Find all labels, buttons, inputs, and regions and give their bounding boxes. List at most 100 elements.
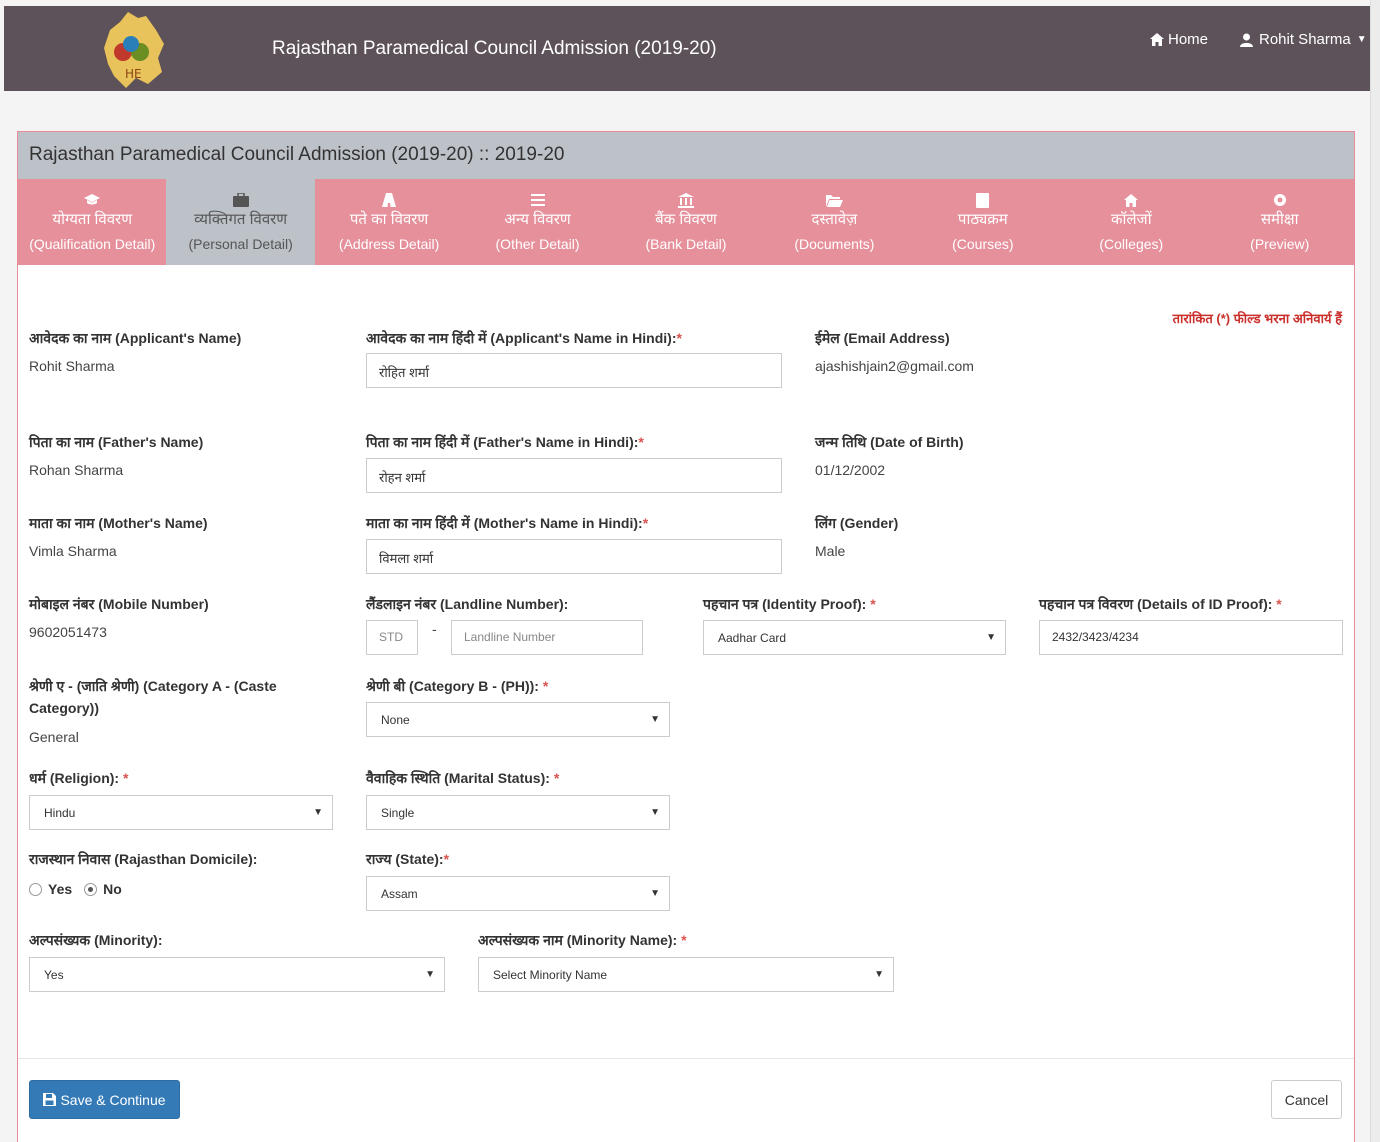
folder-open-icon <box>760 191 908 209</box>
step-english-label: (Courses) <box>952 236 1014 252</box>
graduation-cap-icon <box>18 191 166 209</box>
id-proof-selected: Aadhar Card <box>718 631 787 645</box>
tab-address-detail[interactable]: पते का विवरण (Address Detail) <box>315 179 463 265</box>
tab-courses[interactable]: पाठ्यक्रम (Courses) <box>909 179 1057 265</box>
page-scrollbar[interactable] <box>1370 0 1380 1142</box>
dropdown-caret-icon: ▼ <box>986 632 996 643</box>
applicant-name-hindi-label: आवेदक का नाम हिंदी में (Applicant's Name… <box>366 330 682 346</box>
step-hindi-label: बैंक विवरण <box>655 211 717 228</box>
minority-name-select[interactable]: Select Minority Name ▼ <box>478 957 894 992</box>
eye-icon <box>1206 191 1354 209</box>
minority-select[interactable]: Yes ▼ <box>29 957 445 992</box>
step-hindi-label: अन्य विवरण <box>504 211 571 228</box>
step-hindi-label: कॉलेजों <box>1110 211 1152 228</box>
applicant-name-hindi-input[interactable]: रोहित शर्मा <box>366 353 782 388</box>
user-name: Rohit Sharma <box>1259 31 1351 48</box>
save-continue-button[interactable]: Save & Continue <box>29 1080 180 1119</box>
father-name-hindi-input[interactable]: रोहन शर्मा <box>366 458 782 493</box>
app-title: Rajasthan Paramedical Council Admission … <box>272 38 717 59</box>
domicile-no-radio[interactable] <box>84 882 98 896</box>
applicant-name-value: Rohit Sharma <box>29 358 115 374</box>
dob-label: जन्म तिथि (Date of Birth) <box>815 434 964 450</box>
tab-documents[interactable]: दस्तावेज़ (Documents) <box>760 179 908 265</box>
tab-qualification-detail[interactable]: योग्यता विवरण (Qualification Detail) <box>18 179 166 265</box>
category-a-value: General <box>29 729 79 745</box>
category-b-selected: None <box>381 713 410 727</box>
id-proof-label: पहचान पत्र (Identity Proof): * <box>703 596 876 612</box>
domicile-yes-label: Yes <box>48 881 73 897</box>
id-proof-select[interactable]: Aadhar Card ▼ <box>703 620 1006 655</box>
marital-status-selected: Single <box>381 806 415 820</box>
home-icon <box>1057 191 1205 209</box>
father-name-hindi-label: पिता का नाम हिंदी में (Father's Name in … <box>366 434 644 450</box>
gender-value: Male <box>815 543 846 559</box>
user-menu[interactable]: Rohit Sharma ▼ <box>1240 31 1367 48</box>
landline-label: लैंडलाइन नंबर (Landline Number): <box>366 596 569 612</box>
user-icon <box>1240 33 1253 47</box>
step-hindi-label: योग्यता विवरण <box>52 211 133 228</box>
floppy-disk-icon <box>43 1093 57 1106</box>
marital-status-select[interactable]: Single ▼ <box>366 795 670 830</box>
religion-label: धर्म (Religion): * <box>29 770 129 786</box>
step-english-label: (Other Detail) <box>495 236 580 252</box>
state-selected: Assam <box>381 887 418 901</box>
dropdown-caret-icon: ▼ <box>650 714 660 725</box>
cancel-button[interactable]: Cancel <box>1271 1080 1342 1119</box>
nav-home-link[interactable]: Home <box>1150 31 1208 48</box>
step-english-label: (Bank Detail) <box>645 236 727 252</box>
category-a-label-line2: Category)) <box>29 700 100 716</box>
category-b-label: श्रेणी बी (Category B - (PH)): * <box>366 678 549 694</box>
home-label: Home <box>1168 31 1209 48</box>
step-hindi-label: पते का विवरण <box>349 211 429 228</box>
category-a-label-line1: श्रेणी ए - (जाति श्रेणी) (Category A - (… <box>29 678 277 694</box>
dropdown-caret-icon: ▼ <box>874 969 884 980</box>
minority-name-label: अल्पसंख्यक नाम (Minority Name): * <box>478 932 687 948</box>
briefcase-icon <box>166 191 314 209</box>
state-label: राज्य (State):* <box>366 851 450 867</box>
tab-preview[interactable]: समीक्षा (Preview) <box>1206 179 1354 265</box>
tab-other-detail[interactable]: अन्य विवरण (Other Detail) <box>463 179 611 265</box>
tab-colleges[interactable]: कॉलेजों (Colleges) <box>1057 179 1205 265</box>
domicile-yes-radio[interactable] <box>29 882 42 896</box>
domicile-label: राजस्थान निवास (Rajasthan Domicile): <box>29 851 258 867</box>
caret-down-icon: ▼ <box>1356 34 1367 45</box>
religion-selected: Hindu <box>44 806 76 820</box>
landline-separator: - <box>432 621 437 637</box>
form-divider <box>18 1058 1354 1059</box>
step-hindi-label: पाठ्यक्रम <box>957 211 1008 228</box>
step-english-label: (Qualification Detail) <box>29 236 156 252</box>
domicile-radio-group: Yes No <box>29 881 122 897</box>
top-navbar: HE Rajasthan Paramedical Council Admissi… <box>4 6 1370 91</box>
tab-personal-detail[interactable]: व्यक्तिगत विवरण (Personal Detail) <box>166 179 315 265</box>
step-english-label: (Colleges) <box>1099 236 1164 252</box>
dropdown-caret-icon: ▼ <box>650 888 660 899</box>
dropdown-caret-icon: ▼ <box>313 807 323 818</box>
tab-bank-detail[interactable]: बैंक विवरण (Bank Detail) <box>612 179 760 265</box>
domicile-no-label: No <box>103 881 122 897</box>
category-b-select[interactable]: None ▼ <box>366 702 670 737</box>
list-icon <box>463 191 611 209</box>
id-details-input[interactable]: 2432/3423/4234 <box>1039 620 1343 655</box>
step-english-label: (Documents) <box>794 236 875 252</box>
minority-selected: Yes <box>44 968 64 982</box>
mother-name-hindi-input[interactable]: विमला शर्मा <box>366 539 782 574</box>
landline-number-input[interactable]: Landline Number <box>451 620 643 655</box>
admission-panel: Rajasthan Paramedical Council Admission … <box>17 131 1355 1142</box>
mother-name-label: माता का नाम (Mother's Name) <box>29 515 208 531</box>
svg-text:HE: HE <box>125 67 142 81</box>
religion-select[interactable]: Hindu ▼ <box>29 795 333 830</box>
personal-detail-form: तारांकित (*) फील्ड भरना अनिवार्य हैं आवे… <box>18 265 1354 1125</box>
mobile-label: मोबाइल नंबर (Mobile Number) <box>29 596 209 612</box>
gender-label: लिंग (Gender) <box>815 515 899 531</box>
rajasthan-logo[interactable]: HE <box>90 8 172 90</box>
std-code-input[interactable]: STD <box>366 620 418 655</box>
state-select[interactable]: Assam ▼ <box>366 876 670 911</box>
mandatory-fields-note: तारांकित (*) फील्ड भरना अनिवार्य हैं <box>1172 311 1342 326</box>
minority-label: अल्पसंख्यक (Minority): <box>29 932 163 948</box>
minority-name-selected: Select Minority Name <box>493 968 608 982</box>
step-english-label: (Personal Detail) <box>188 236 293 252</box>
email-value: ajashishjain2@gmail.com <box>815 358 974 374</box>
father-name-value: Rohan Sharma <box>29 462 124 478</box>
save-continue-label: Save & Continue <box>60 1091 166 1108</box>
mother-name-hindi-label: माता का नाम हिंदी में (Mother's Name in … <box>366 515 649 531</box>
